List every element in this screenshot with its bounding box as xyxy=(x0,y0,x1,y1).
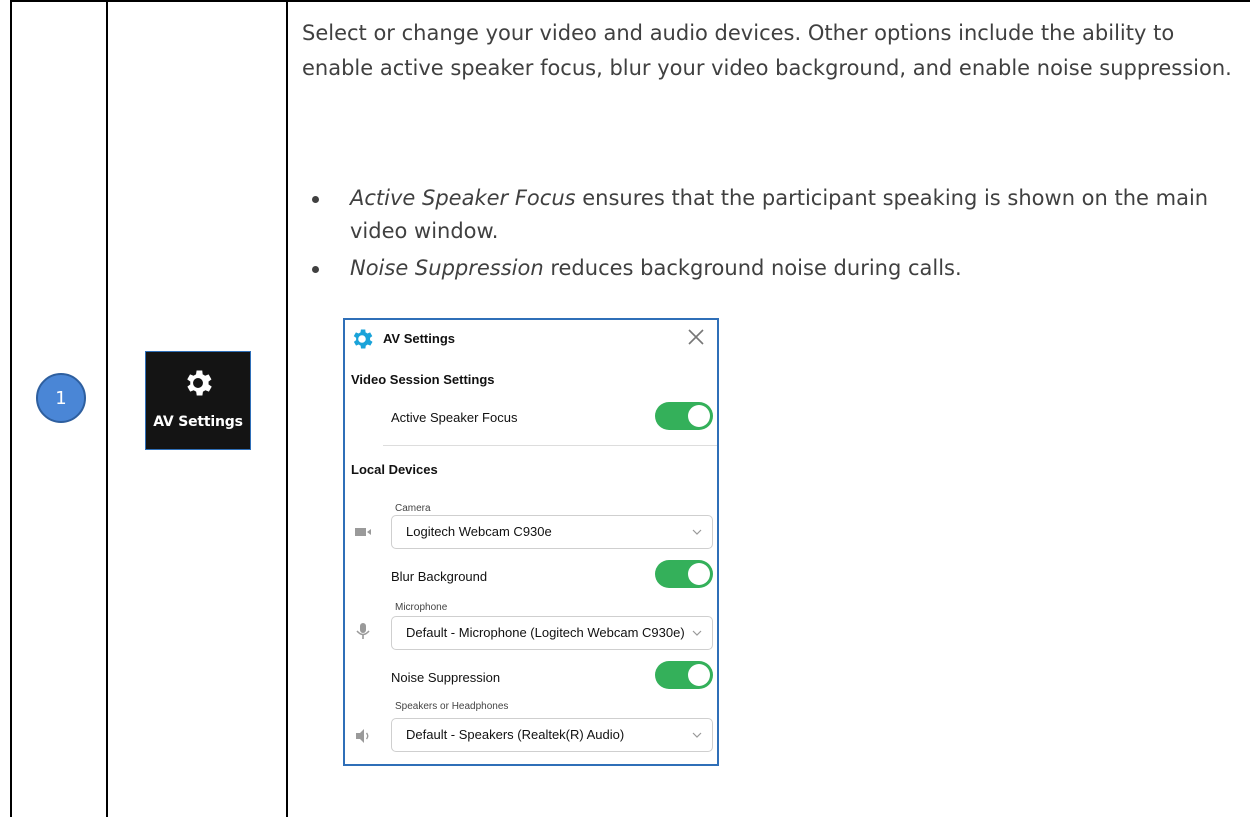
speakers-select[interactable]: Default - Speakers (Realtek(R) Audio) xyxy=(391,718,713,752)
microphone-icon xyxy=(356,623,370,639)
bullet-icon xyxy=(312,266,319,273)
gear-icon xyxy=(353,329,373,349)
speaker-icon xyxy=(356,729,369,743)
section-divider xyxy=(383,445,717,446)
chevron-down-icon xyxy=(692,732,702,738)
gear-icon xyxy=(187,370,212,396)
active-speaker-toggle[interactable] xyxy=(655,402,713,430)
blur-background-label: Blur Background xyxy=(391,569,488,584)
blur-background-toggle[interactable] xyxy=(655,560,713,588)
toggle-knob xyxy=(688,664,710,686)
camera-select[interactable]: Logitech Webcam C930e xyxy=(391,515,713,549)
camera-icon xyxy=(355,528,371,536)
microphone-value: Default - Microphone (Logitech Webcam C9… xyxy=(406,625,685,640)
feature-list: Active Speaker Focus ensures that the pa… xyxy=(302,182,1232,285)
chevron-down-icon xyxy=(692,529,702,535)
close-icon[interactable] xyxy=(685,326,707,348)
speakers-label: Speakers or Headphones xyxy=(395,701,509,712)
noise-suppression-toggle[interactable] xyxy=(655,661,713,689)
list-item: Noise Suppression reduces background noi… xyxy=(302,252,1232,285)
table-column-border xyxy=(106,0,108,817)
table-top-border xyxy=(10,0,1250,2)
microphone-select[interactable]: Default - Microphone (Logitech Webcam C9… xyxy=(391,616,713,650)
av-settings-label: AV Settings xyxy=(153,414,243,430)
step-number-badge: 1 xyxy=(36,373,86,423)
chevron-down-icon xyxy=(692,630,702,636)
feature-term: Noise Suppression xyxy=(350,256,544,280)
av-settings-button-image: AV Settings xyxy=(145,351,251,450)
video-session-heading: Video Session Settings xyxy=(351,372,495,387)
toggle-knob xyxy=(688,405,710,427)
table-column-border xyxy=(10,0,12,817)
feature-text: reduces background noise during calls. xyxy=(543,256,962,280)
panel-title: AV Settings xyxy=(383,331,455,346)
description-text: Select or change your video and audio de… xyxy=(302,21,1232,80)
bullet-icon xyxy=(312,196,319,203)
noise-suppression-label: Noise Suppression xyxy=(391,670,501,685)
camera-label: Camera xyxy=(395,503,431,514)
list-item: Active Speaker Focus ensures that the pa… xyxy=(302,182,1232,248)
av-settings-panel: AV Settings Video Session Settings Activ… xyxy=(343,318,719,766)
table-column-border xyxy=(286,0,288,817)
feature-term: Active Speaker Focus xyxy=(350,186,576,210)
microphone-label: Microphone xyxy=(395,602,448,613)
toggle-knob xyxy=(688,563,710,585)
local-devices-heading: Local Devices xyxy=(351,462,438,477)
speakers-value: Default - Speakers (Realtek(R) Audio) xyxy=(406,727,625,742)
camera-value: Logitech Webcam C930e xyxy=(406,524,552,539)
active-speaker-label: Active Speaker Focus xyxy=(391,410,518,425)
step-number: 1 xyxy=(55,387,67,409)
